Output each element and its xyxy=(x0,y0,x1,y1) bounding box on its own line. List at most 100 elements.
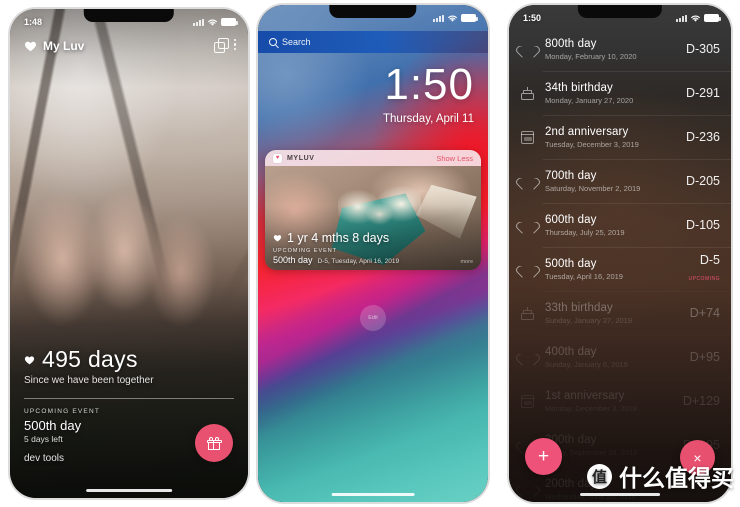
days-counter-value: 495 days xyxy=(42,346,138,372)
widget-text-block: 1 yr 4 mths 8 days UPCOMING EVENT 500th … xyxy=(273,231,473,265)
event-list-item[interactable]: 800th day Monday, February 10, 2020 D-305 xyxy=(509,27,731,71)
event-icon xyxy=(519,351,536,364)
add-event-button[interactable] xyxy=(195,424,233,462)
event-countdown: D-236 xyxy=(685,130,720,144)
event-list-item[interactable]: 600th day Thursday, July 25, 2019 D-105 xyxy=(509,203,731,247)
search-placeholder-label: Search xyxy=(282,37,311,47)
phone-2-notch xyxy=(329,5,417,18)
event-icon xyxy=(519,263,536,276)
divider xyxy=(24,398,234,399)
event-countdown: D-205 xyxy=(685,174,720,188)
cake-icon xyxy=(521,86,535,100)
widget-card-header: ♥ MYLUV Show Less xyxy=(265,150,481,166)
widget-app-name: MYLUV xyxy=(287,154,315,162)
status-indicators xyxy=(433,14,478,23)
event-list-item[interactable]: 500th day Tuesday, April 16, 2019 D-5 UPCOM… xyxy=(509,247,731,291)
event-date: Sunday, January 6, 2019 xyxy=(545,359,628,369)
watermark: 值 什么值得买 xyxy=(587,459,734,493)
event-icon xyxy=(519,86,536,100)
event-title: 33th birthday xyxy=(545,301,613,314)
status-indicators xyxy=(676,14,721,23)
gift-icon xyxy=(206,436,222,450)
battery-icon xyxy=(221,18,238,26)
phone-3-event-list: 800th day Monday, February 10, 2020 D-305 3… xyxy=(509,5,731,502)
event-countdown: D+129 xyxy=(682,394,720,408)
event-countdown-wrap: D-305 xyxy=(686,42,720,56)
event-list[interactable]: 800th day Monday, February 10, 2020 D-305 3… xyxy=(509,27,731,502)
event-date: Monday, December 3, 2018 xyxy=(545,403,637,413)
event-countdown: D-105 xyxy=(685,218,720,232)
event-countdown-wrap: D-105 xyxy=(686,218,720,232)
overflow-menu-icon[interactable] xyxy=(233,38,236,51)
event-date: Thursday, July 25, 2019 xyxy=(545,227,625,237)
widget-more-link[interactable]: more xyxy=(460,259,473,265)
event-countdown-wrap: D-236 xyxy=(686,130,720,144)
phone-2-screen: Search 1:50 Thursday, April 11 ♥ MYLUV S… xyxy=(258,5,488,502)
widget-app-identity: ♥ MYLUV xyxy=(273,153,315,163)
show-less-button[interactable]: Show Less xyxy=(436,154,473,163)
heart-icon xyxy=(521,483,535,496)
watermark-text: 什么值得买 xyxy=(619,465,734,491)
event-countdown: D-291 xyxy=(685,86,720,100)
search-bar[interactable]: Search xyxy=(258,31,488,53)
event-title: 500th day xyxy=(545,257,597,270)
edit-badge[interactable]: Edit xyxy=(360,305,386,331)
wifi-icon xyxy=(208,19,217,26)
event-text: 33th birthday Sunday, January 27, 2019 xyxy=(545,302,681,325)
widget-event-detail: D-5, Tuesday, April 16, 2019 xyxy=(317,258,400,265)
event-upcoming-tag: UPCOMING xyxy=(688,276,720,282)
event-text: 600th day Thursday, July 25, 2019 xyxy=(545,214,677,237)
event-title: 1st anniversary xyxy=(545,389,625,402)
event-text: 2nd anniversary Tuesday, December 3, 2019 xyxy=(545,126,677,149)
calendar-icon xyxy=(520,394,535,408)
search-icon xyxy=(269,38,277,46)
days-counter-row: 495 days xyxy=(24,346,234,373)
heart-icon xyxy=(521,263,535,276)
event-icon xyxy=(519,394,536,408)
event-countdown-wrap: D+129 xyxy=(683,394,720,408)
phone-1-screen: 1:48 My Luv 495 days Since we have been … xyxy=(10,9,248,498)
event-icon xyxy=(519,483,536,496)
event-text: 1st anniversary Monday, December 3, 2018 xyxy=(545,390,674,413)
event-title: 600th day xyxy=(545,213,597,226)
status-time: 1:50 xyxy=(523,13,542,23)
event-date: Tuesday, April 16, 2019 xyxy=(545,271,623,281)
phone-1-notch xyxy=(83,9,175,22)
heart-icon xyxy=(24,41,37,52)
add-button[interactable]: + xyxy=(525,438,562,475)
heart-icon xyxy=(24,355,35,364)
event-list-item[interactable]: 2nd anniversary Tuesday, December 3, 2019… xyxy=(509,115,731,159)
lock-screen-time: 1:50 xyxy=(384,60,474,109)
event-countdown-wrap: D+95 xyxy=(690,350,720,364)
event-list-item[interactable]: 400th day Sunday, January 6, 2019 D+95 xyxy=(509,335,731,379)
heart-icon xyxy=(521,175,535,188)
event-text: 800th day Monday, February 10, 2020 xyxy=(545,38,677,61)
event-list-item[interactable]: 1st anniversary Monday, December 3, 2018 D… xyxy=(509,379,731,423)
battery-icon xyxy=(461,14,478,22)
event-countdown-wrap: D-5 UPCOMING xyxy=(689,253,721,285)
event-date: Monday, January 27, 2020 xyxy=(545,95,634,105)
widget-duration-row: 1 yr 4 mths 8 days xyxy=(273,231,473,245)
event-icon xyxy=(519,130,536,144)
phone-1-app-home: 1:48 My Luv 495 days Since we have been … xyxy=(10,9,248,498)
battery-icon xyxy=(704,14,721,22)
layers-icon[interactable] xyxy=(213,38,229,53)
app-title-label: My Luv xyxy=(43,39,85,53)
event-list-item[interactable]: 34th birthday Monday, January 27, 2020 D-2… xyxy=(509,71,731,115)
event-date: Tuesday, December 3, 2019 xyxy=(545,139,639,149)
event-countdown: D+95 xyxy=(689,350,720,364)
lock-screen-date: Thursday, April 11 xyxy=(383,113,474,125)
heart-icon xyxy=(521,351,535,364)
event-text: 500th day Tuesday, April 16, 2019 xyxy=(545,258,680,281)
widget-card[interactable]: ♥ MYLUV Show Less 1 yr 4 mths 8 days UPC… xyxy=(265,150,481,270)
lock-screen-clock-block: 1:50 Thursday, April 11 xyxy=(383,60,474,126)
event-countdown: D-305 xyxy=(685,42,720,56)
heart-icon xyxy=(521,43,535,56)
event-list-item[interactable]: 700th day Saturday, November 2, 2019 D-205 xyxy=(509,159,731,203)
event-list-item[interactable]: 33th birthday Sunday, January 27, 2019 D+7… xyxy=(509,291,731,335)
phone-3-notch xyxy=(577,5,663,18)
status-indicators xyxy=(193,18,238,27)
calendar-icon xyxy=(520,130,535,144)
watermark-logo: 值 xyxy=(587,463,612,489)
signal-icon xyxy=(433,14,444,22)
